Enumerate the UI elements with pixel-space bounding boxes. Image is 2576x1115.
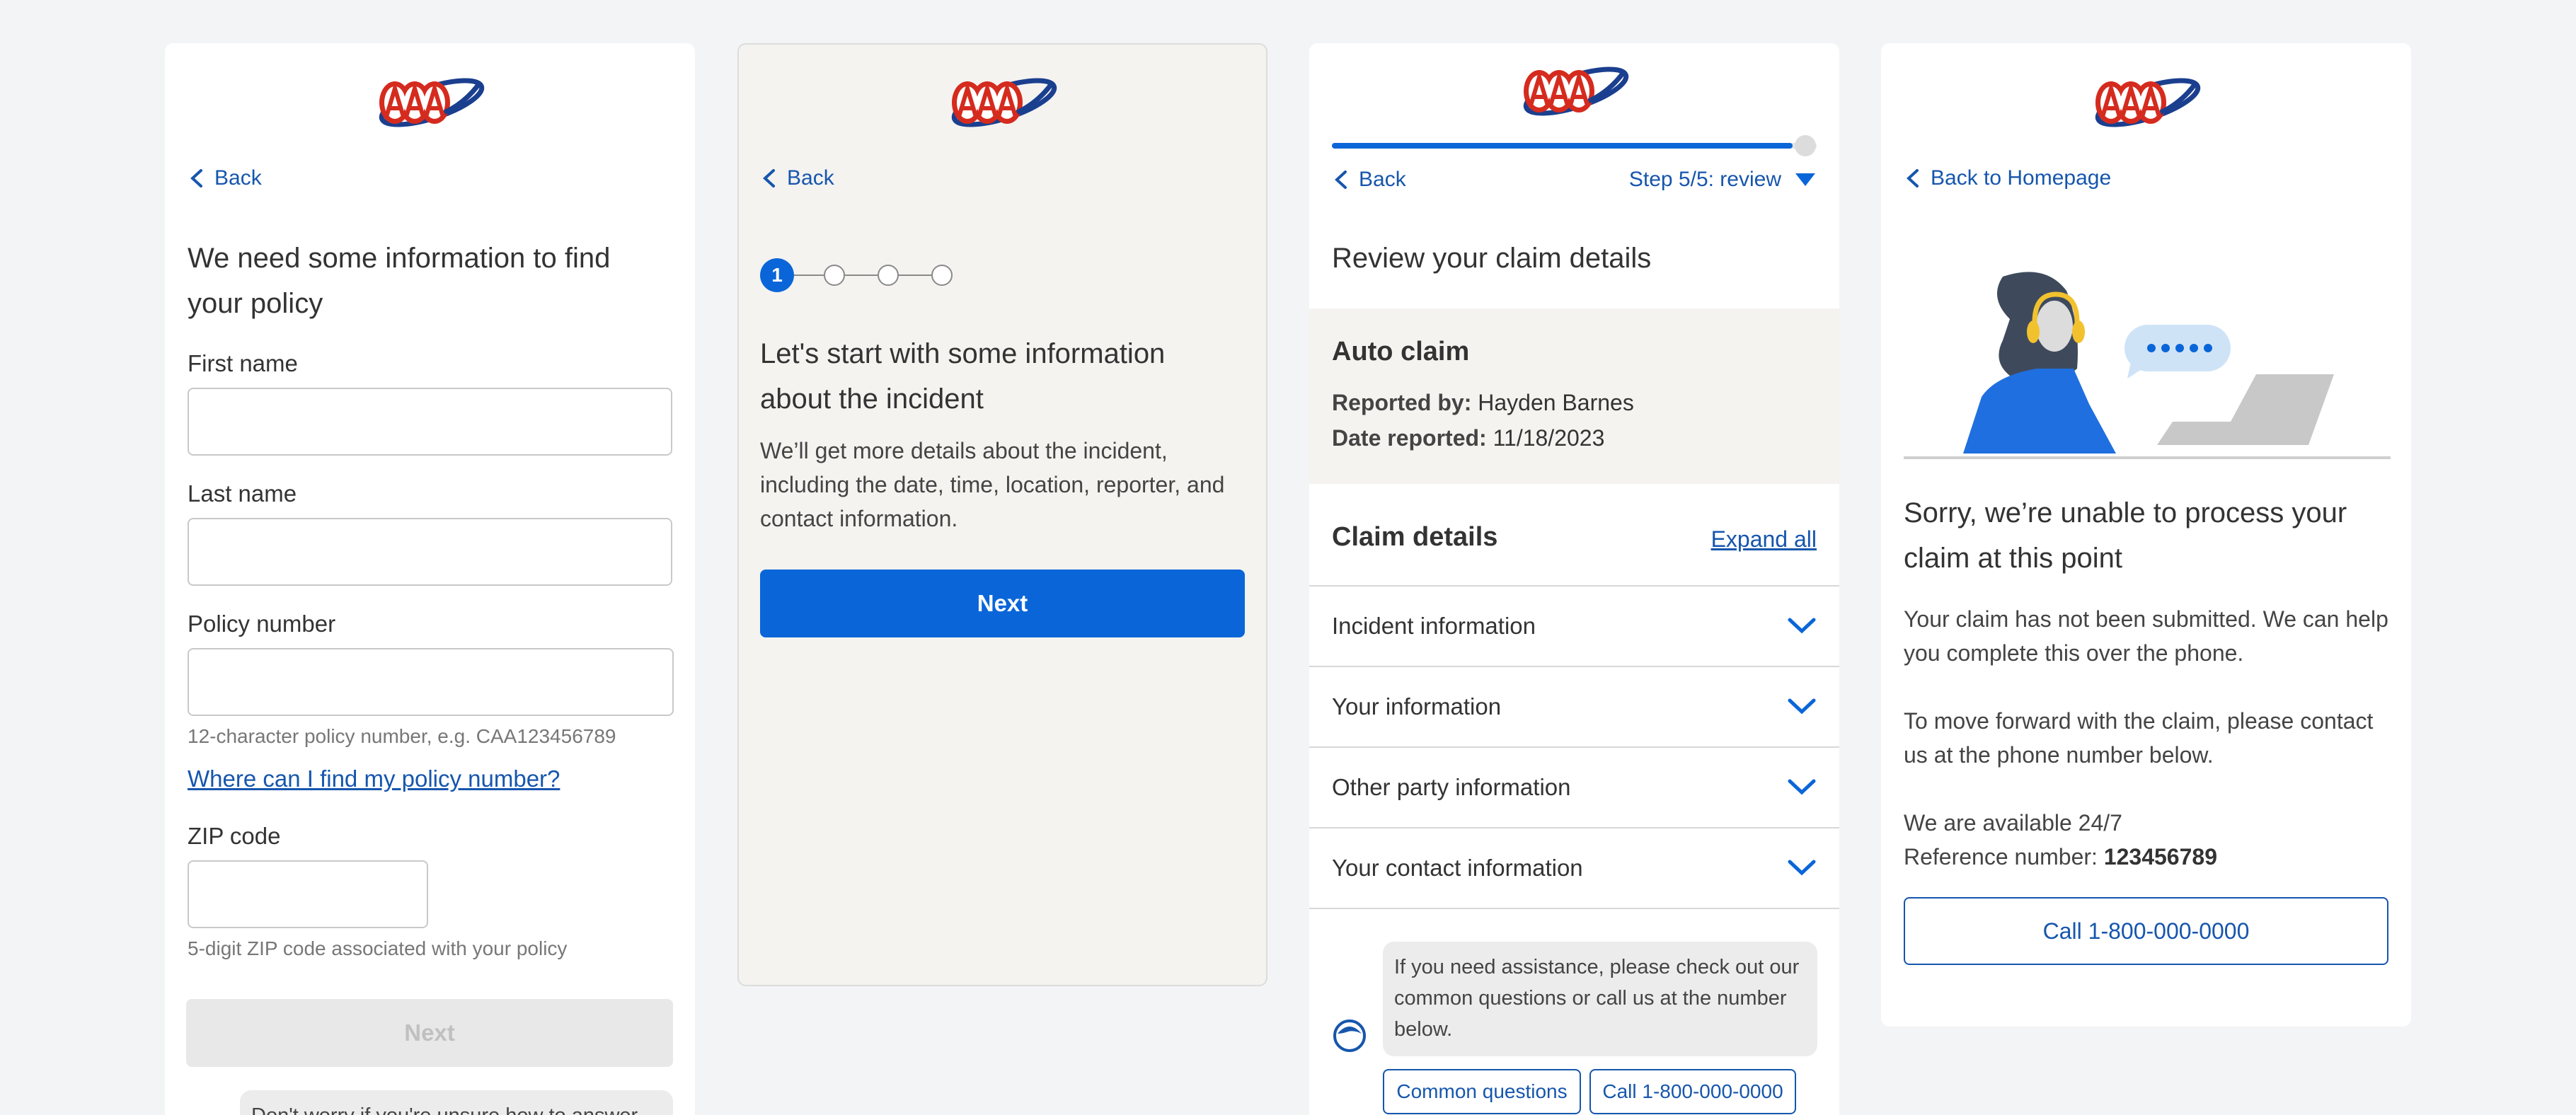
step-current: 1 (760, 258, 794, 292)
page-title: Review your claim details (1332, 243, 1652, 274)
reported-by: Reported by: Hayden Barnes (1332, 390, 1634, 416)
step-connector (845, 275, 878, 276)
page-title: We need some information to find your po… (188, 243, 611, 319)
accordion-other-party-information[interactable]: Other party information (1309, 746, 1839, 827)
policy-number-field[interactable] (188, 648, 674, 716)
aaa-logo (2090, 69, 2203, 137)
date-reported: Date reported: 11/18/2023 (1332, 425, 1604, 451)
policy-number-label: Policy number (188, 611, 336, 637)
accordion-your-information[interactable]: Your information (1309, 666, 1839, 746)
zip-code-label: ZIP code (188, 823, 281, 849)
chevron-down-icon (1787, 617, 1817, 635)
accordion-your-contact-information[interactable]: Your contact information (1309, 827, 1839, 909)
policy-number-hint: 12-character policy number, e.g. CAA1234… (188, 725, 616, 747)
next-button[interactable]: Next (760, 570, 1245, 637)
last-name-field[interactable] (188, 518, 672, 586)
claim-details-title: Claim details (1332, 522, 1498, 552)
step-dot (878, 265, 899, 286)
reported-by-value: Hayden Barnes (1478, 390, 1634, 415)
policy-help-link[interactable]: Where can I find my policy number? (188, 766, 560, 792)
policy-lookup-panel: Back We need some information to find yo… (165, 43, 695, 1115)
progress-end-dot (1795, 135, 1816, 156)
back-label: Back (787, 166, 834, 190)
reference-number: Reference number: 123456789 (1904, 840, 2217, 874)
reference-label: Reference number: (1904, 844, 2098, 870)
intro-text: We’ll get more details about the inciden… (760, 438, 1225, 531)
back-button[interactable]: Back (1332, 168, 1406, 192)
chevron-left-icon (1907, 169, 1919, 187)
page-title: Sorry, we’re unable to process your clai… (1904, 497, 2347, 574)
first-name-field[interactable] (188, 388, 672, 456)
error-panel: Back to Homepage Sorry, we’re unable to … (1881, 43, 2411, 1027)
not-submitted-text: Your claim has not been submitted. We ca… (1904, 606, 2388, 666)
accordion-label: Other party information (1332, 774, 1571, 800)
reported-by-label: Reported by: (1332, 390, 1472, 415)
assistant-chat-bubble: If you need assistance, please check out… (1383, 942, 1817, 1056)
next-button-disabled[interactable]: Next (186, 999, 673, 1067)
back-label: Back to Homepage (1931, 166, 2112, 190)
aaa-logo (1518, 57, 1631, 125)
last-name-label: Last name (188, 480, 297, 507)
assistant-chat-bubble: Don't worry if you're unsure how to answ… (240, 1090, 673, 1115)
aaa-logo (946, 69, 1059, 137)
step-dot (824, 265, 845, 286)
claim-type: Auto claim (1332, 337, 1470, 366)
accordion-incident-information[interactable]: Incident information (1309, 585, 1839, 666)
accordion-label: Your information (1332, 693, 1502, 720)
call-button[interactable]: Call 1-800-000-0000 (1904, 897, 2388, 965)
chevron-left-icon (764, 169, 775, 187)
step-connector (794, 275, 824, 276)
zip-code-hint: 5-digit ZIP code associated with your po… (188, 937, 568, 959)
chevron-down-icon (1787, 778, 1817, 797)
step-connector (899, 275, 931, 276)
back-label: Back (214, 166, 262, 190)
back-label: Back (1359, 168, 1406, 191)
step-dot (931, 265, 953, 286)
expand-all-link[interactable]: Expand all (1711, 526, 1817, 553)
aaa-logo (374, 69, 487, 137)
support-agent-illustration (1904, 272, 2391, 459)
reference-value: 123456789 (2103, 844, 2217, 870)
date-reported-label: Date reported: (1332, 425, 1487, 451)
chevron-left-icon (191, 169, 202, 187)
page-title: Let's start with some information about … (760, 338, 1166, 415)
step-dropdown[interactable]: Step 5/5: review (1629, 168, 1817, 192)
back-button[interactable]: Back (760, 166, 834, 190)
assistant-avatar-icon (1333, 1019, 1366, 1052)
claim-summary: Auto claim Reported by: Hayden Barnes Da… (1309, 308, 1839, 484)
chevron-left-icon (1335, 171, 1347, 189)
accordion-label: Your contact information (1332, 855, 1583, 881)
chevron-down-icon (1787, 859, 1817, 877)
availability-text: We are available 24/7 (1904, 810, 2122, 836)
back-button[interactable]: Back (188, 166, 262, 190)
step-label: Step 5/5: review (1628, 168, 1781, 191)
call-button[interactable]: Call 1-800-000-0000 (1589, 1069, 1796, 1114)
incident-intro-panel: Back 1 Let's start with some information… (737, 43, 1267, 986)
caret-down-icon (1795, 173, 1815, 186)
zip-code-field[interactable] (188, 860, 428, 928)
common-questions-button[interactable]: Common questions (1383, 1069, 1581, 1114)
contact-text: To move forward with the claim, please c… (1904, 708, 2374, 768)
date-reported-value: 11/18/2023 (1493, 425, 1605, 451)
claim-review-panel: Back Step 5/5: review Review your claim … (1309, 43, 1839, 1115)
chevron-down-icon (1787, 698, 1817, 716)
accordion-label: Incident information (1332, 613, 1536, 639)
first-name-label: First name (188, 350, 298, 376)
progress-fill (1332, 143, 1793, 149)
back-to-homepage-button[interactable]: Back to Homepage (1904, 166, 2111, 190)
